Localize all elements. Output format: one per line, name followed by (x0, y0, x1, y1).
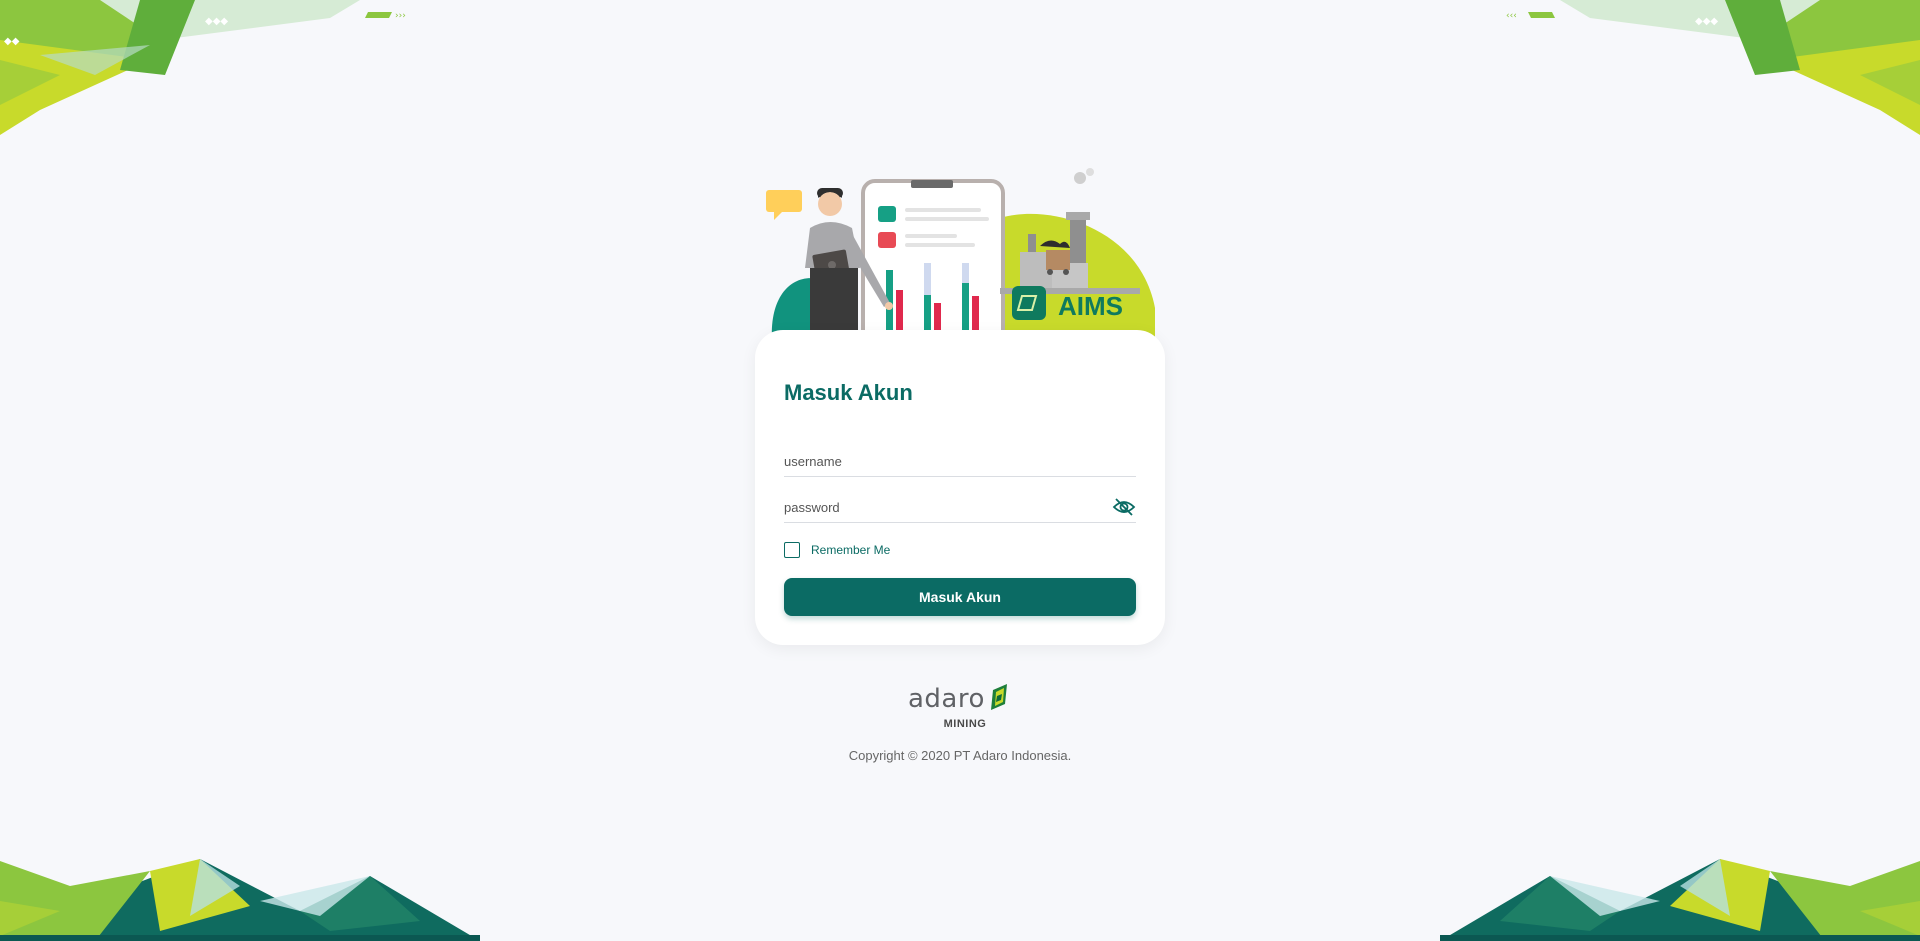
password-field (784, 492, 1136, 523)
login-button[interactable]: Masuk Akun (784, 578, 1136, 616)
svg-text:◆◆: ◆◆ (4, 36, 20, 47)
username-input[interactable] (784, 450, 1104, 472)
top-left-decoration: ◆◆ ◆◆◆ ››› (0, 0, 406, 135)
page-title: Masuk Akun (784, 380, 913, 405)
logo-wordmark: adaro (908, 684, 985, 714)
svg-text:‹‹‹: ‹‹‹ (1506, 11, 1517, 21)
hero-illustration: AIMS (766, 168, 1155, 344)
top-right-decoration: ◆◆◆ ‹‹‹ (1506, 0, 1920, 135)
svg-text:◆◆◆: ◆◆◆ (1695, 16, 1718, 27)
adaro-logo: adaro MINING (908, 680, 1012, 730)
logo-subtext: MINING (943, 718, 987, 730)
eye-slash-icon[interactable] (1112, 497, 1136, 517)
remember-me-checkbox[interactable]: Remember Me (784, 540, 890, 560)
copyright-text: Copyright © 2020 PT Adaro Indonesia. (848, 748, 1072, 763)
svg-text:◆◆◆: ◆◆◆ (205, 16, 228, 27)
bottom-right-decoration (1440, 859, 1920, 941)
username-field (784, 446, 1136, 477)
aims-badge-text: AIMS (1058, 291, 1123, 321)
remember-me-label: Remember Me (811, 543, 891, 557)
password-input[interactable] (784, 496, 1104, 518)
adaro-mark-icon (991, 684, 1007, 710)
svg-text:›››: ››› (395, 11, 406, 21)
checkbox-box[interactable] (784, 542, 800, 558)
bottom-left-decoration (0, 859, 480, 941)
